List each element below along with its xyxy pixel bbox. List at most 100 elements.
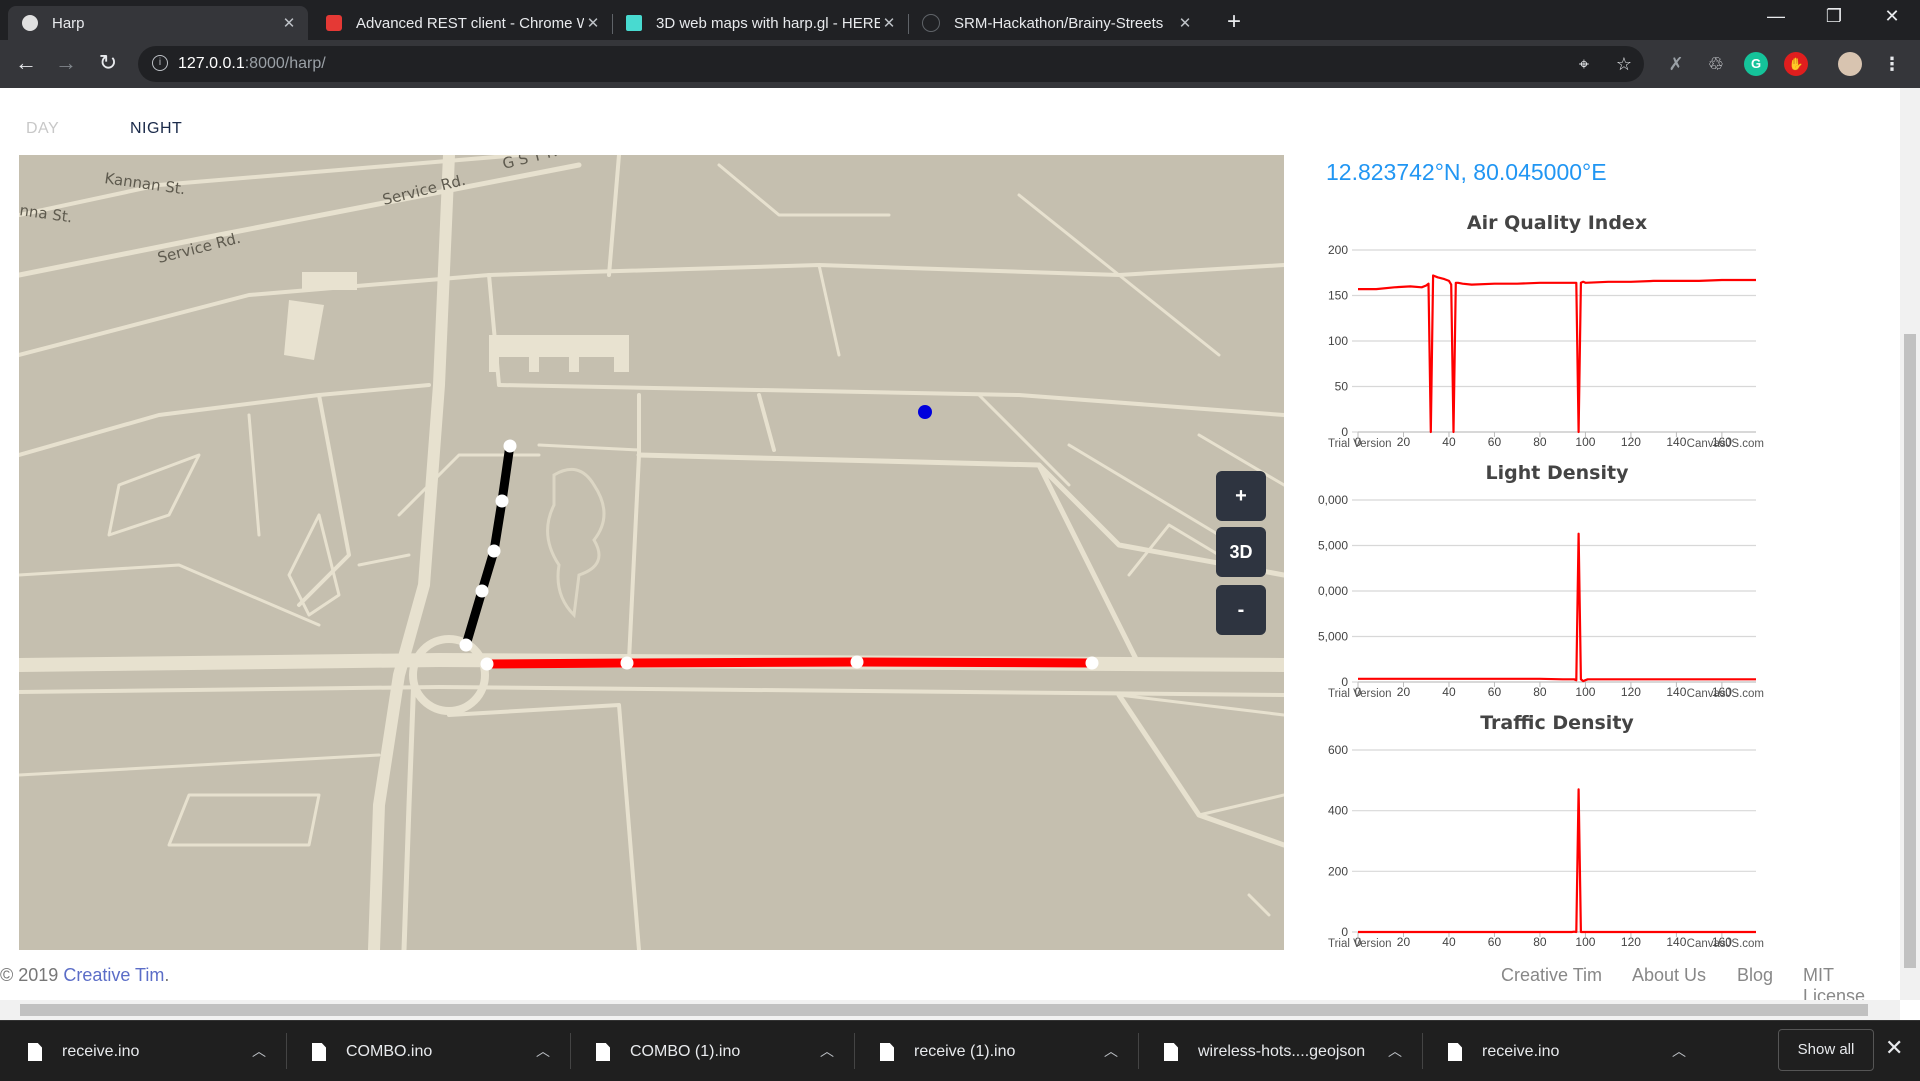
info-icon[interactable]: i (152, 55, 168, 71)
footer-link-blog[interactable]: Blog (1737, 965, 1773, 986)
divider (854, 1033, 855, 1069)
watermark-canvasjs: CanvasJS.com (1687, 688, 1764, 700)
position-dot (918, 405, 932, 419)
route-waypoint[interactable] (620, 656, 634, 670)
watermark-canvasjs: CanvasJS.com (1687, 938, 1764, 950)
x-tick-label: 60 (1488, 435, 1502, 449)
y-tick-label: 0 (1341, 925, 1348, 939)
chevron-up-icon[interactable]: ︿ (252, 1041, 266, 1061)
star-icon[interactable]: ☆ (1612, 52, 1636, 76)
traffic-density-chart: Traffic Density02004006000 20 40 60 80 100 120… (1328, 712, 1764, 950)
route-waypoint[interactable] (503, 439, 517, 453)
x-tick-label: 60 (1488, 935, 1502, 949)
close-icon[interactable]: ✕ (280, 14, 298, 32)
address-bar[interactable]: i 127.0.0.1:8000/harp/ ⌖ ☆ (138, 46, 1644, 82)
route-waypoint[interactable] (459, 638, 473, 652)
scrollbar-thumb[interactable] (20, 1004, 1868, 1016)
download-item[interactable]: receive (1).ino ︿ (880, 1035, 1118, 1069)
restore-button[interactable]: ❐ (1814, 6, 1854, 27)
minimize-button[interactable]: — (1756, 6, 1796, 27)
extension-x-icon[interactable]: ✗ (1664, 52, 1688, 76)
tab-advanced-rest-client[interactable]: Advanced REST client - Chrome W ✕ (312, 6, 612, 40)
route-red[interactable] (486, 657, 1093, 669)
file-icon (312, 1043, 326, 1061)
github-icon (22, 15, 38, 31)
tab-harp[interactable]: Harp ✕ (8, 6, 308, 40)
zoom-in-button[interactable]: + (1216, 471, 1266, 521)
file-icon (1164, 1043, 1178, 1061)
menu-icon[interactable]: ⋮ (1880, 52, 1904, 76)
zoom-out-button[interactable]: - (1216, 585, 1266, 635)
route-waypoint[interactable] (480, 657, 494, 671)
download-item[interactable]: COMBO.ino ︿ (312, 1035, 550, 1069)
forward-button[interactable]: → (52, 50, 80, 76)
chevron-up-icon[interactable]: ︿ (536, 1041, 550, 1061)
new-tab-button[interactable]: + (1222, 8, 1246, 36)
footer-link-creative-tim[interactable]: Creative Tim (1501, 965, 1602, 986)
x-tick-label: 140 (1666, 685, 1686, 699)
watermark-trial: Trial Version (1328, 438, 1392, 450)
download-filename: receive.ino (1482, 1043, 1560, 1060)
grammarly-icon[interactable]: G (1744, 52, 1768, 76)
chart-title: Air Quality Index (1467, 212, 1647, 234)
x-tick-label: 20 (1397, 685, 1411, 699)
x-tick-label: 80 (1533, 435, 1547, 449)
back-button[interactable]: ← (12, 50, 40, 76)
close-icon[interactable]: ✕ (880, 14, 898, 32)
chart-title: Traffic Density (1480, 712, 1634, 734)
here-icon (626, 15, 642, 31)
route-waypoint[interactable] (487, 544, 501, 558)
y-tick-label: 200 (1328, 864, 1348, 878)
horizontal-scrollbar[interactable] (0, 1000, 1900, 1020)
tab-github[interactable]: SRM-Hackathon/Brainy-Streets ✕ (908, 6, 1204, 40)
scrollbar-thumb[interactable] (1904, 334, 1916, 968)
avatar[interactable] (1838, 52, 1862, 76)
file-icon (28, 1043, 42, 1061)
window-close-button[interactable]: ✕ (1872, 6, 1912, 27)
tab-harp-gl[interactable]: 3D web maps with harp.gl - HERE ✕ (612, 6, 908, 40)
location-icon[interactable]: ⌖ (1572, 52, 1596, 76)
series-line (1358, 274, 1756, 434)
route-waypoint[interactable] (475, 584, 489, 598)
close-icon[interactable]: ✕ (584, 14, 602, 32)
show-all-button[interactable]: Show all (1778, 1029, 1874, 1071)
chevron-up-icon[interactable]: ︿ (1104, 1041, 1118, 1061)
divider (1422, 1033, 1423, 1069)
chevron-up-icon[interactable]: ︿ (820, 1041, 834, 1061)
route-waypoint[interactable] (495, 494, 509, 508)
chevron-up-icon[interactable]: ︿ (1388, 1041, 1402, 1061)
day-mode-button[interactable]: DAY (26, 120, 59, 138)
footer-link-about-us[interactable]: About Us (1632, 965, 1706, 986)
download-item[interactable]: receive.ino ︿ (28, 1035, 266, 1069)
tab-strip: Harp ✕ Advanced REST client - Chrome W ✕… (0, 0, 1920, 40)
url-text: 127.0.0.1:8000/harp/ (178, 55, 326, 72)
x-tick-label: 20 (1397, 435, 1411, 449)
chevron-up-icon[interactable]: ︿ (1672, 1041, 1686, 1061)
watermark-trial: Trial Version (1328, 938, 1392, 950)
y-tick-label: 50 (1335, 380, 1349, 394)
y-tick-label: 0 (1341, 425, 1348, 439)
download-item[interactable]: receive.ino ︿ (1448, 1035, 1686, 1069)
adblock-icon[interactable]: ✋ (1784, 52, 1808, 76)
reload-button[interactable]: ↻ (94, 50, 122, 76)
route-waypoint[interactable] (1085, 656, 1099, 670)
download-filename: COMBO (1).ino (630, 1043, 741, 1060)
y-tick-label: 400 (1328, 804, 1348, 818)
close-icon[interactable]: ✕ (1176, 14, 1194, 32)
footer-brand-link[interactable]: Creative Tim (63, 965, 164, 985)
map-canvas[interactable]: Kannan St. nna St. Service Rd. Service R… (19, 155, 1284, 950)
close-shelf-button[interactable]: ✕ (1885, 1035, 1903, 1061)
map-view[interactable]: Kannan St. nna St. Service Rd. Service R… (19, 155, 1284, 950)
x-tick-label: 120 (1621, 935, 1641, 949)
download-item[interactable]: wireless-hots....geojson ︿ (1164, 1035, 1402, 1069)
vertical-scrollbar[interactable] (1900, 88, 1920, 1000)
x-tick-label: 80 (1533, 935, 1547, 949)
github-icon (922, 14, 940, 32)
extension-icon[interactable]: ♲ (1704, 52, 1728, 76)
route-waypoint[interactable] (850, 655, 864, 669)
x-tick-label: 100 (1575, 435, 1595, 449)
light-density-chart: Light Density05,00010,00015,00020,000020… (1318, 462, 1764, 700)
night-mode-button[interactable]: NIGHT (130, 120, 182, 138)
toggle-3d-button[interactable]: 3D (1216, 527, 1266, 577)
download-item[interactable]: COMBO (1).ino ︿ (596, 1035, 834, 1069)
